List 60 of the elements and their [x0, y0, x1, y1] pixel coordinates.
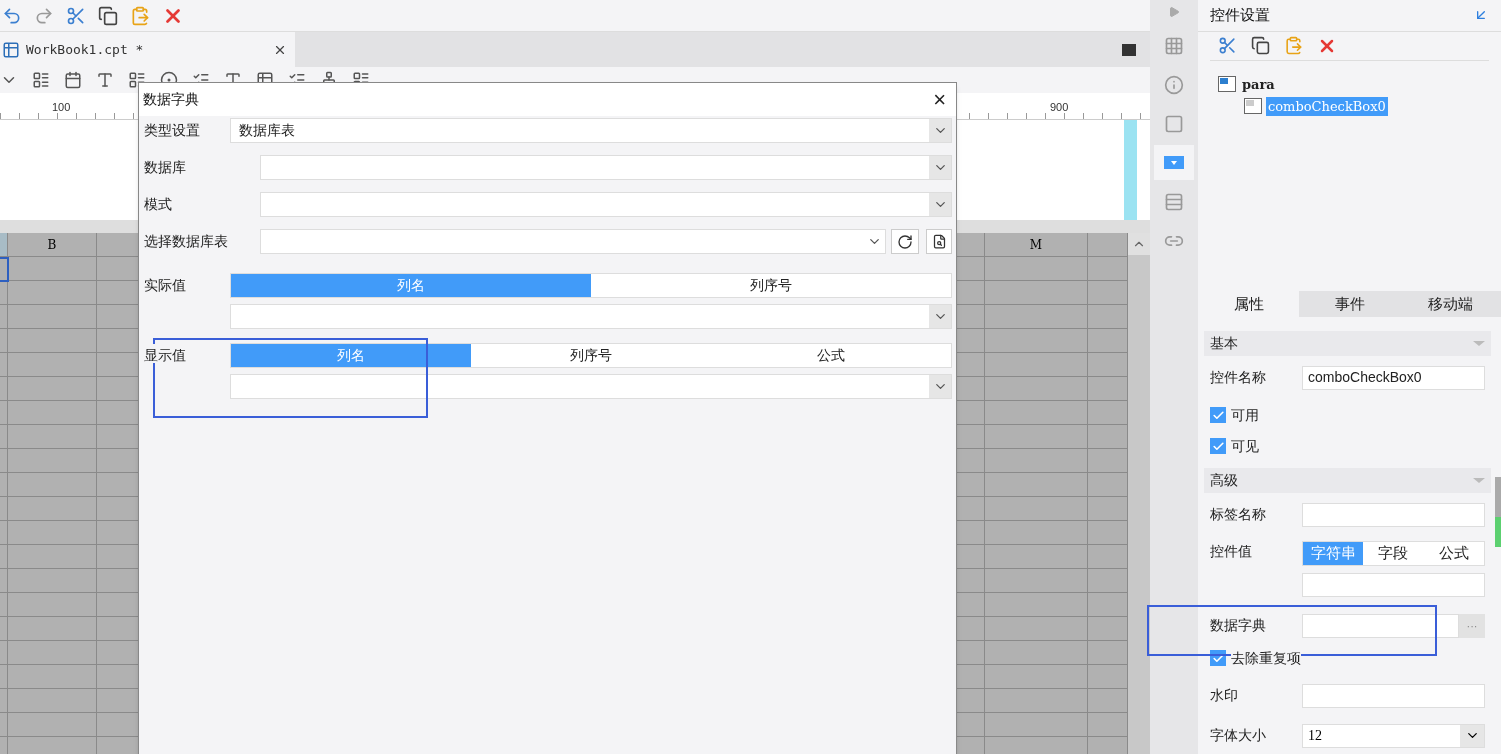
- cut-icon[interactable]: [1218, 36, 1237, 56]
- text-field[interactable]: [1302, 614, 1459, 638]
- text-field[interactable]: [1302, 573, 1485, 597]
- refresh-icon: [897, 233, 913, 250]
- widget-icon[interactable]: [32, 71, 50, 89]
- preview-button[interactable]: [926, 229, 952, 254]
- property-label: 字体大小: [1210, 726, 1267, 746]
- widget-icon[interactable]: [96, 71, 114, 89]
- paste-icon[interactable]: [130, 5, 150, 26]
- form-icon: [1218, 76, 1236, 93]
- dialog-title: 数据字典: [143, 90, 199, 109]
- collapse-arrow-icon: [1473, 341, 1485, 346]
- property-label: 控件值: [1210, 542, 1253, 561]
- dropdown-widget-icon[interactable]: [1154, 145, 1194, 180]
- ruler-label: 900: [1050, 100, 1069, 115]
- copy-icon[interactable]: [1251, 36, 1270, 56]
- spreadsheet-icon: [2, 40, 20, 59]
- column-header: B: [8, 233, 96, 257]
- dropdown-field[interactable]: 12: [1302, 724, 1485, 748]
- text-field[interactable]: [1302, 503, 1485, 527]
- property-label: 水印: [1210, 686, 1239, 706]
- dropdown-field[interactable]: [230, 304, 952, 329]
- panel-title: 控件设置: [1210, 5, 1270, 26]
- checkbox[interactable]: [1210, 438, 1226, 455]
- dropdown-field[interactable]: [230, 374, 952, 399]
- vertical-scrollbar[interactable]: [1128, 233, 1150, 754]
- combo-widget-icon: [1244, 98, 1262, 115]
- section-header[interactable]: 基本: [1204, 331, 1491, 356]
- ruler-label: 100: [52, 100, 71, 115]
- collapse-arrow-icon: [1473, 478, 1485, 483]
- checkmark-icon: [1211, 409, 1225, 422]
- expand-icon[interactable]: [1168, 6, 1180, 18]
- column-header: M: [985, 233, 1087, 257]
- text-field[interactable]: comboCheckBox0: [1302, 366, 1485, 390]
- document-tab[interactable]: WorkBook1.cpt *: [0, 32, 295, 67]
- property-label: 标签名称: [1210, 505, 1267, 525]
- dropdown-field[interactable]: [260, 155, 952, 180]
- selected-cell: [0, 257, 9, 282]
- file-search-icon: [931, 234, 947, 249]
- undo-icon[interactable]: [2, 5, 22, 26]
- dropdown-field[interactable]: 数据库表: [230, 118, 952, 143]
- section-header[interactable]: 高级: [1204, 468, 1491, 493]
- redo-icon[interactable]: [34, 5, 54, 26]
- text-field[interactable]: [1302, 684, 1485, 708]
- paste-icon[interactable]: [1284, 36, 1303, 56]
- tree-item[interactable]: para: [1240, 74, 1277, 95]
- cut-icon[interactable]: [66, 5, 86, 26]
- property-tab[interactable]: 属性: [1198, 291, 1299, 317]
- checkmark-icon: [1211, 440, 1225, 453]
- copy-icon[interactable]: [98, 5, 118, 26]
- dropdown-field[interactable]: [260, 192, 952, 217]
- checkbox[interactable]: [1210, 407, 1226, 424]
- refresh-button[interactable]: [891, 229, 919, 254]
- field-label: 显示值: [144, 344, 186, 363]
- dropdown-field[interactable]: [260, 229, 886, 254]
- property-label: 控件名称: [1210, 368, 1267, 388]
- property-label: 数据字典: [1210, 616, 1267, 636]
- close-button[interactable]: ×: [927, 88, 952, 111]
- field-value: 数据库表: [238, 121, 296, 140]
- widget-icon[interactable]: [64, 71, 82, 89]
